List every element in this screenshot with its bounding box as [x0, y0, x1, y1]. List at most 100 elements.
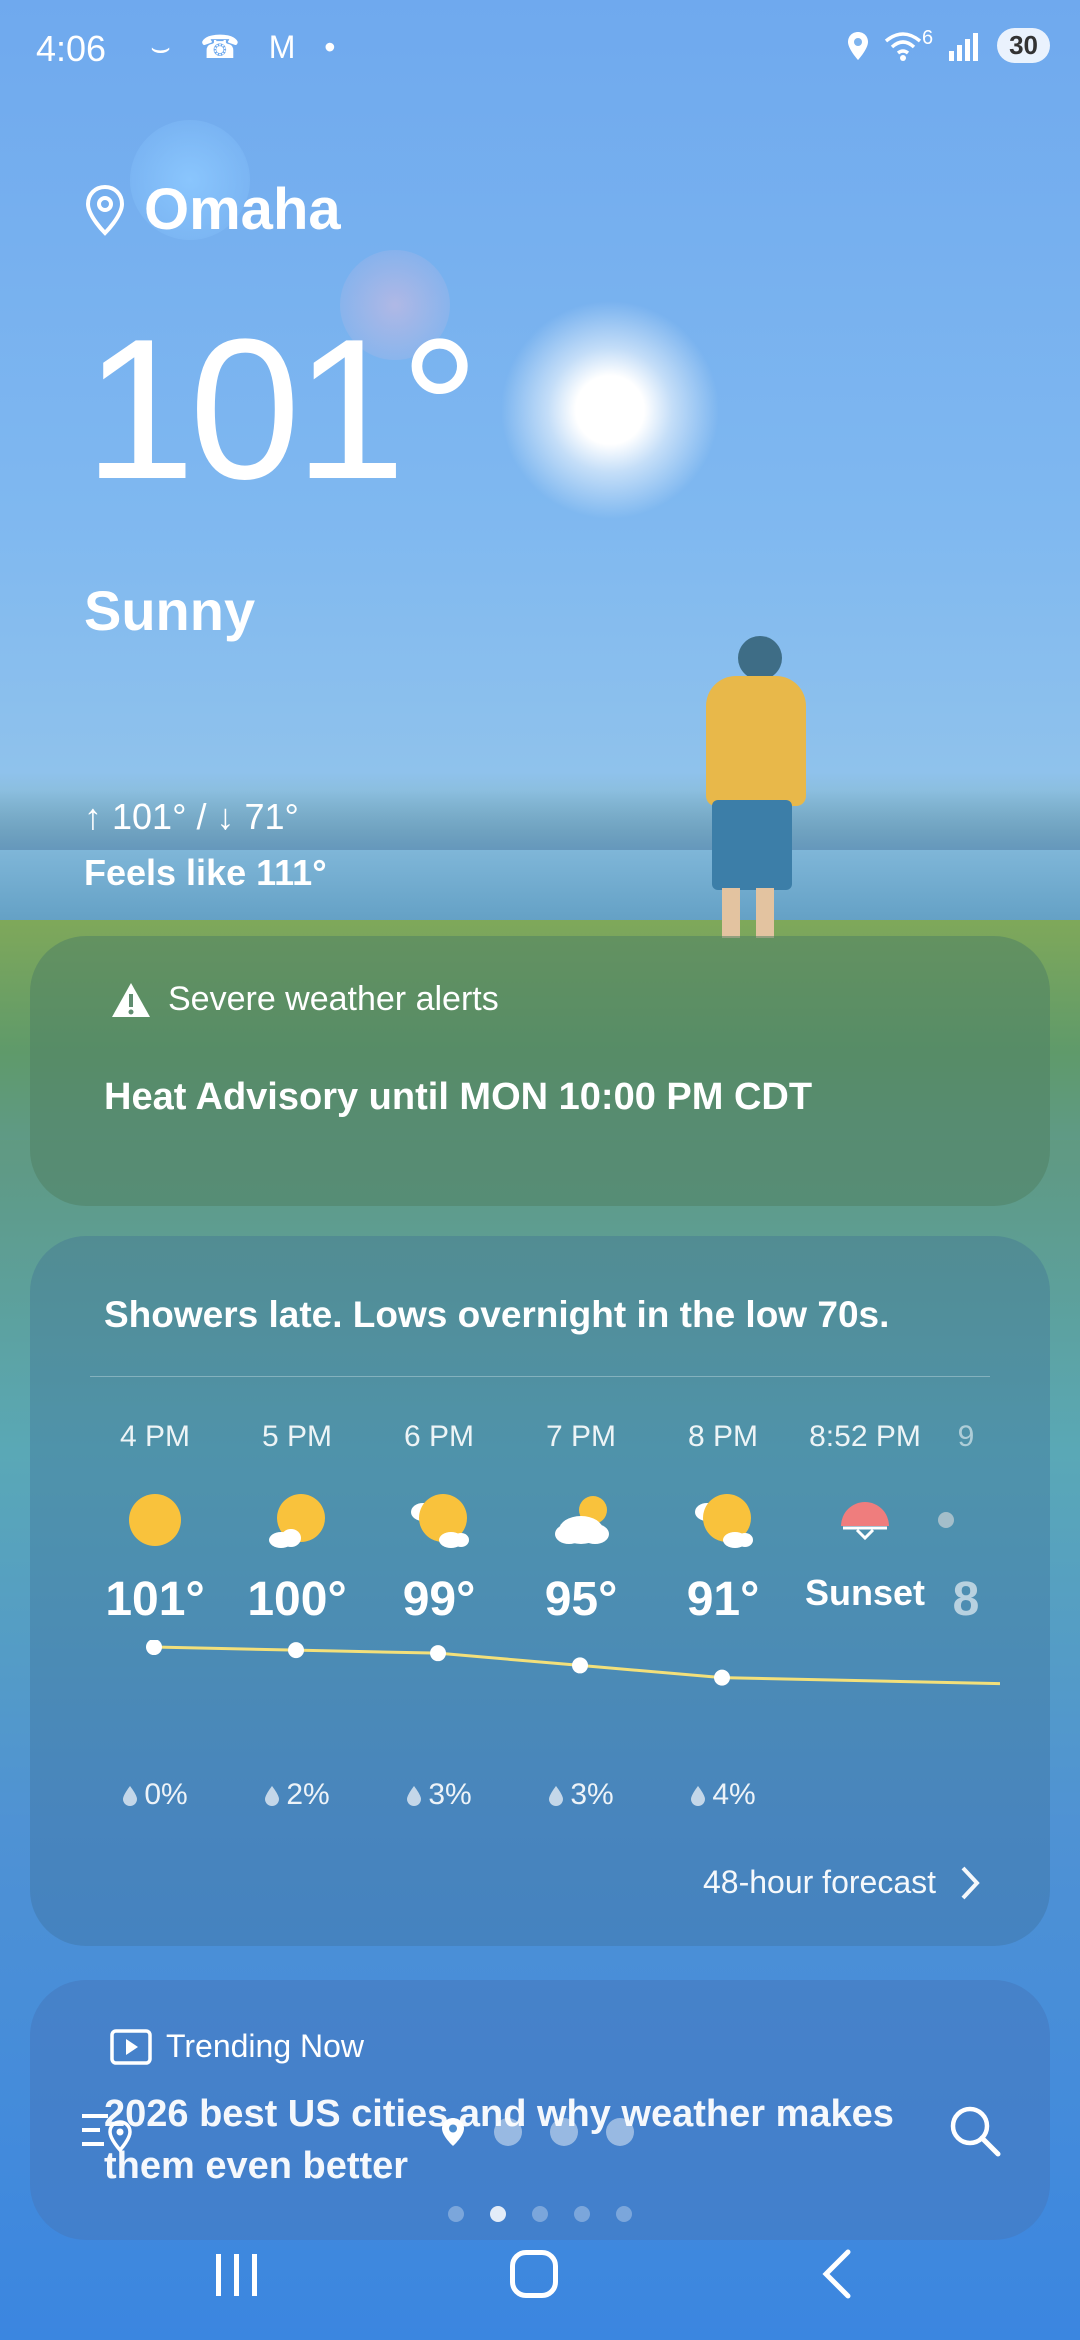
indicator-dot — [532, 2206, 548, 2222]
partly-cloudy-icon — [409, 1490, 469, 1550]
sunset-icon — [835, 1490, 895, 1550]
alert-text: Heat Advisory until MON 10:00 PM CDT — [104, 1076, 813, 1118]
person-illustration — [738, 636, 782, 680]
indicator-dot — [448, 2206, 464, 2222]
hour-temperature: 99° — [402, 1573, 476, 1626]
recents-icon — [216, 2254, 257, 2296]
page-dot[interactable] — [550, 2118, 578, 2146]
search-button[interactable] — [948, 2104, 1002, 2163]
warning-icon — [112, 982, 150, 1017]
moon-icon — [936, 1490, 996, 1550]
raindrop-icon — [265, 1786, 280, 1807]
page-dot[interactable] — [494, 2118, 522, 2146]
back-button[interactable] — [820, 2248, 854, 2305]
forecast-48h-label: 48-hour forecast — [702, 1864, 936, 1900]
hour-column: 5 PM 100° — [226, 1420, 368, 1627]
rain-chance-value: 4% — [712, 1778, 756, 1811]
forecast-summary: Showers late. Lows overnight in the low … — [104, 1294, 890, 1335]
search-icon — [950, 2106, 1001, 2157]
indicator-dot — [616, 2206, 632, 2222]
rain-chance: 2% — [226, 1778, 368, 1812]
video-play-icon — [110, 2028, 152, 2065]
hour-temperature: 91° — [686, 1573, 760, 1626]
sun-icon — [125, 1490, 185, 1550]
location-page-indicator[interactable] — [440, 2116, 634, 2148]
raindrop-icon — [123, 1786, 138, 1807]
hour-temperature: 95° — [544, 1573, 618, 1626]
current-location-icon — [442, 2118, 464, 2146]
divider — [90, 1376, 990, 1377]
back-icon — [822, 2249, 851, 2299]
home-button[interactable] — [510, 2250, 558, 2298]
person-illustration — [712, 800, 792, 890]
location-status-icon — [847, 31, 868, 60]
trend-point — [714, 1669, 730, 1686]
alert-header: Severe weather alerts — [110, 980, 499, 1019]
rain-chance: 4% — [652, 1778, 794, 1812]
person-illustration — [722, 888, 740, 938]
trend-point — [146, 1640, 162, 1656]
hour-time: 5 PM — [261, 1420, 333, 1453]
alert-header-label: Severe weather alerts — [168, 980, 499, 1018]
hour-time: 6 PM — [403, 1420, 475, 1453]
trend-point — [288, 1642, 304, 1659]
menu-location-icon — [82, 2114, 132, 2153]
hour-column: 8:52 PM Sunset — [794, 1420, 936, 1614]
rain-chance-value: 3% — [428, 1778, 472, 1811]
battery-indicator: 30 — [997, 28, 1050, 63]
trend-point — [572, 1657, 588, 1674]
indicator-dot — [574, 2206, 590, 2222]
feels-like: Feels like 111° — [84, 852, 327, 893]
raindrop-icon — [691, 1786, 706, 1807]
recents-button[interactable] — [212, 2252, 262, 2303]
location-pin-icon — [85, 184, 125, 236]
scroll-indicator — [448, 2206, 632, 2222]
rain-chance: 0% — [84, 1778, 226, 1812]
rain-chance: 3% — [510, 1778, 652, 1812]
hour-temperature: Sunset — [804, 1572, 926, 1613]
sun-illustration — [500, 300, 720, 520]
notification-icons: ⌣ ☎ M • — [150, 29, 346, 65]
trending-header-label: Trending Now — [166, 2028, 365, 2064]
hour-temperature: 100° — [247, 1573, 347, 1626]
raindrop-icon — [407, 1786, 422, 1807]
trending-header: Trending Now — [110, 2028, 364, 2065]
hour-column: 7 PM 95° — [510, 1420, 652, 1627]
partly-cloudy-icon — [693, 1490, 753, 1550]
hour-time: 8 PM — [687, 1420, 759, 1453]
rain-chance-value: 0% — [144, 1778, 188, 1811]
locations-menu-button[interactable] — [80, 2108, 134, 2163]
sun-cloud-icon — [267, 1490, 327, 1550]
hour-column: 8 PM 91° — [652, 1420, 794, 1627]
rain-chance: 3% — [368, 1778, 510, 1812]
current-temperature: 101° — [84, 298, 480, 521]
person-illustration — [756, 888, 774, 938]
raindrop-icon — [549, 1786, 564, 1807]
signal-icon — [949, 32, 979, 61]
person-illustration — [706, 676, 806, 806]
hour-temperature: 101° — [105, 1573, 205, 1626]
high-low-temperature: ↑ 101° / ↓ 71° — [84, 796, 299, 837]
hour-time: 4 PM — [119, 1420, 191, 1453]
hour-column: 6 PM 99° — [368, 1420, 510, 1627]
indicator-dot — [490, 2206, 506, 2222]
hour-column: 98 — [936, 1420, 996, 1627]
page-dot[interactable] — [606, 2118, 634, 2146]
current-condition: Sunny — [84, 579, 256, 642]
city-name: Omaha — [144, 177, 341, 242]
hour-column: 4 PM 101° — [84, 1420, 226, 1627]
hour-time: 8:52 PM — [809, 1420, 921, 1453]
severe-weather-card[interactable] — [30, 936, 1050, 1206]
wifi-icon — [884, 31, 922, 61]
status-right: 6 30 — [846, 27, 1050, 63]
rain-chance-value: 3% — [570, 1778, 614, 1811]
hour-temperature: 8 — [952, 1573, 980, 1626]
rain-chance-value: 2% — [286, 1778, 330, 1811]
hour-time: 9 — [957, 1420, 975, 1453]
wifi-label: 6 — [921, 27, 934, 49]
forecast-48h-link[interactable]: 48-hour forecast — [703, 1864, 980, 1901]
hour-time: 7 PM — [545, 1420, 617, 1453]
location-header[interactable]: Omaha — [84, 176, 341, 243]
temperature-trend-chart — [146, 1640, 1000, 1686]
mostly-cloudy-icon — [551, 1490, 611, 1550]
